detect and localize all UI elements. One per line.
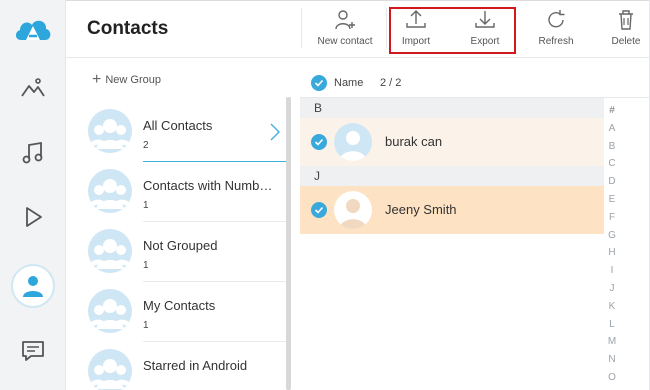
group-item-my-contacts[interactable]: My Contacts 1 [66, 282, 286, 342]
group-avatar-icon [88, 229, 132, 273]
alphabet-index: # A B C D E F G H I J K L M N O [605, 102, 619, 387]
rail-music-button[interactable] [8, 128, 58, 178]
alpha-index-item[interactable]: H [605, 244, 619, 262]
contact-avatar-icon [334, 191, 372, 229]
contacts-list-panel: Name 2 / 2 B burak can J Jeeny Smith # A… [300, 58, 650, 390]
left-rail [0, 0, 66, 390]
refresh-icon [548, 10, 565, 28]
alpha-index-item[interactable]: M [605, 333, 619, 351]
import-export-highlight [389, 7, 516, 54]
checkmark-icon [314, 79, 324, 87]
refresh-button[interactable]: Refresh [534, 8, 578, 52]
group-count: 2 [143, 140, 149, 151]
contact-avatar-icon [334, 123, 372, 161]
toolbar-divider [386, 8, 387, 48]
new-group-label: New Group [105, 74, 161, 86]
select-all-checkbox[interactable] [311, 75, 327, 91]
contact-checkbox[interactable] [311, 134, 327, 150]
alpha-index-item[interactable]: C [605, 155, 619, 173]
group-name: Starred in Android [143, 358, 248, 373]
chevron-right-icon [270, 123, 280, 141]
alpha-index-item[interactable]: A [605, 120, 619, 138]
alpha-index-item[interactable]: I [605, 262, 619, 280]
rail-messages-button[interactable] [8, 326, 58, 376]
header: Contacts New contact Import Export Refre… [66, 0, 650, 58]
alpha-index-item[interactable]: B [605, 138, 619, 156]
list-header: Name 2 / 2 [300, 58, 650, 98]
alpha-index-item[interactable]: E [605, 191, 619, 209]
plus-icon: + [92, 71, 102, 88]
selection-count: 2 / 2 [380, 77, 402, 89]
group-name: Contacts with Numb… [143, 178, 273, 193]
new-contact-button[interactable]: New contact [314, 8, 376, 52]
alpha-index-item[interactable]: D [605, 173, 619, 191]
delete-button[interactable]: Delete [604, 8, 648, 52]
messages-icon [22, 341, 44, 361]
video-icon [26, 207, 42, 227]
alpha-index-item[interactable]: J [605, 280, 619, 298]
alpha-index-item[interactable]: O [605, 369, 619, 387]
group-item-contacts-with-numbers[interactable]: Contacts with Numb… 1 [66, 162, 286, 222]
rail-photos-button[interactable] [8, 63, 58, 113]
music-icon [22, 141, 43, 164]
rail-contacts-button[interactable] [8, 261, 58, 311]
groups-panel: + New Group All Contacts 2 Contacts with… [66, 58, 300, 390]
alpha-index-item[interactable]: L [605, 316, 619, 334]
alpha-index-item[interactable]: F [605, 209, 619, 227]
group-name: All Contacts [143, 118, 213, 133]
name-column-header[interactable]: Name [334, 77, 363, 89]
group-name: My Contacts [143, 298, 216, 313]
contact-row-burak-can[interactable]: burak can [300, 118, 604, 166]
groups-scrollbar[interactable] [286, 97, 291, 390]
new-group-button[interactable]: + New Group [92, 71, 161, 88]
section-header-b: B [300, 98, 604, 118]
group-name: Not Grouped [143, 238, 218, 253]
group-item-all-contacts[interactable]: All Contacts 2 [66, 102, 286, 162]
section-header-j: J [300, 166, 604, 186]
group-count: 1 [143, 320, 149, 331]
contact-name: Jeeny Smith [385, 202, 457, 217]
group-item-not-grouped[interactable]: Not Grouped 1 [66, 222, 286, 282]
photos-icon [21, 78, 45, 97]
refresh-label: Refresh [538, 36, 574, 47]
page-title: Contacts [87, 18, 169, 39]
delete-label: Delete [611, 36, 641, 47]
add-contact-icon [335, 10, 355, 30]
group-avatar-icon [88, 109, 132, 153]
trash-icon [619, 10, 633, 30]
alpha-index-item[interactable]: N [605, 351, 619, 369]
logo-icon [13, 14, 53, 44]
group-item-starred-in-android[interactable]: Starred in Android [66, 342, 286, 390]
checkmark-icon [314, 138, 324, 146]
group-count: 1 [143, 200, 149, 211]
contacts-icon [23, 276, 43, 297]
alpha-index-item[interactable]: K [605, 298, 619, 316]
group-avatar-icon [88, 169, 132, 213]
alpha-index-item[interactable]: G [605, 227, 619, 245]
new-contact-label: New contact [317, 36, 373, 47]
checkmark-icon [314, 206, 324, 214]
group-count: 1 [143, 260, 149, 271]
rail-video-button[interactable] [8, 192, 58, 242]
contact-row-jeeny-smith[interactable]: Jeeny Smith [300, 186, 604, 234]
alpha-index-item[interactable]: # [605, 102, 619, 120]
group-avatar-icon [88, 349, 132, 390]
contact-name: burak can [385, 134, 443, 149]
toolbar-divider [301, 8, 302, 48]
group-avatar-icon [88, 289, 132, 333]
contact-checkbox[interactable] [311, 202, 327, 218]
